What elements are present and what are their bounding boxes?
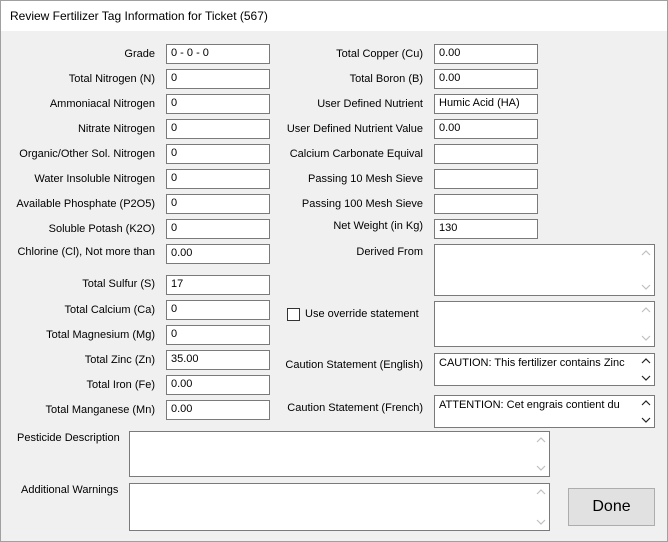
caution-french-field[interactable]: ATTENTION: Cet engrais contient du	[434, 395, 655, 428]
override-statement-field[interactable]	[434, 301, 655, 347]
total-nitrogen-field[interactable]: 0	[166, 69, 270, 89]
total-magnesium-label: Total Magnesium (Mg)	[46, 329, 155, 341]
total-magnesium-field[interactable]: 0	[166, 325, 270, 345]
warnings-field[interactable]	[129, 483, 550, 531]
user-defined-nutrient-label: User Defined Nutrient	[317, 98, 423, 110]
total-nitrogen-label: Total Nitrogen (N)	[68, 73, 155, 85]
available-phosphate-field[interactable]: 0	[166, 194, 270, 214]
scroll-up-icon[interactable]	[536, 488, 546, 496]
passing-10-mesh-field[interactable]	[434, 169, 538, 189]
water-insoluble-nitrogen-field[interactable]: 0	[166, 169, 270, 189]
title-bar: Review Fertilizer Tag Information for Ti…	[1, 1, 667, 31]
total-manganese-label: Total Manganese (Mn)	[45, 404, 155, 416]
organic-nitrogen-field[interactable]: 0	[166, 144, 270, 164]
total-copper-label: Total Copper (Cu)	[336, 48, 423, 60]
passing-10-mesh-label: Passing 10 Mesh Sieve	[308, 173, 423, 185]
chlorine-field[interactable]: 0.00	[166, 244, 270, 264]
ammoniacal-nitrogen-field[interactable]: 0	[166, 94, 270, 114]
total-sulfur-field[interactable]: 17	[166, 275, 270, 295]
ammoniacal-nitrogen-label: Ammoniacal Nitrogen	[49, 98, 155, 110]
chlorine-label: Chlorine (Cl), Not more than	[17, 246, 155, 258]
soluble-potash-field[interactable]: 0	[166, 219, 270, 239]
warnings-label: Additional Warnings	[21, 484, 119, 496]
scroll-up-icon[interactable]	[641, 249, 651, 257]
scroll-down-icon[interactable]	[641, 334, 651, 342]
caution-english-scrollbar[interactable]	[638, 354, 654, 385]
net-weight-label: Net Weight (in Kg)	[333, 220, 423, 232]
caution-english-field[interactable]: CAUTION: This fertilizer contains Zinc	[434, 353, 655, 386]
passing-100-mesh-field[interactable]	[434, 194, 538, 214]
caution-french-scrollbar[interactable]	[638, 396, 654, 427]
scroll-down-icon[interactable]	[536, 464, 546, 472]
caution-french-label: Caution Statement (French)	[287, 402, 423, 414]
grade-field[interactable]: 0 - 0 - 0	[166, 44, 270, 64]
calcium-carbonate-label: Calcium Carbonate Equival	[289, 148, 423, 160]
scroll-down-icon[interactable]	[641, 374, 651, 382]
scroll-up-icon[interactable]	[641, 306, 651, 314]
nitrate-nitrogen-label: Nitrate Nitrogen	[77, 123, 155, 135]
total-sulfur-label: Total Sulfur (S)	[82, 278, 155, 290]
total-zinc-field[interactable]: 35.00	[166, 350, 270, 370]
override-label: Use override statement	[305, 308, 419, 320]
caution-english-label: Caution Statement (English)	[285, 359, 423, 371]
total-iron-label: Total Iron (Fe)	[86, 379, 155, 391]
scroll-up-icon[interactable]	[641, 357, 651, 365]
user-defined-nutrient-value-label: User Defined Nutrient Value	[286, 123, 423, 135]
derived-from-field[interactable]	[434, 244, 655, 296]
scroll-up-icon[interactable]	[536, 436, 546, 444]
caution-french-text: ATTENTION: Cet engrais contient du	[439, 399, 620, 411]
grade-label: Grade	[124, 48, 155, 60]
scroll-down-icon[interactable]	[641, 416, 651, 424]
scroll-up-icon[interactable]	[641, 399, 651, 407]
total-boron-field[interactable]: 0.00	[434, 69, 538, 89]
total-boron-label: Total Boron (B)	[349, 73, 423, 85]
window-title: Review Fertilizer Tag Information for Ti…	[10, 9, 268, 23]
passing-100-mesh-label: Passing 100 Mesh Sieve	[301, 198, 423, 210]
derived-from-label: Derived From	[356, 246, 423, 258]
total-manganese-field[interactable]: 0.00	[166, 400, 270, 420]
calcium-carbonate-field[interactable]	[434, 144, 538, 164]
dialog-window: Review Fertilizer Tag Information for Ti…	[0, 0, 668, 542]
pesticide-label: Pesticide Description	[17, 432, 120, 444]
total-copper-field[interactable]: 0.00	[434, 44, 538, 64]
soluble-potash-label: Soluble Potash (K2O)	[48, 223, 155, 235]
derived-from-scrollbar[interactable]	[638, 245, 654, 295]
total-calcium-field[interactable]: 0	[166, 300, 270, 320]
available-phosphate-label: Available Phosphate (P2O5)	[16, 198, 155, 210]
total-calcium-label: Total Calcium (Ca)	[64, 304, 155, 316]
user-defined-nutrient-value-field[interactable]: 0.00	[434, 119, 538, 139]
pesticide-field[interactable]	[129, 431, 550, 477]
water-insoluble-nitrogen-label: Water Insoluble Nitrogen	[34, 173, 155, 185]
warnings-scrollbar[interactable]	[533, 484, 549, 530]
caution-english-text: CAUTION: This fertilizer contains Zinc	[439, 357, 625, 369]
net-weight-field[interactable]: 130	[434, 219, 538, 239]
pesticide-scrollbar[interactable]	[533, 432, 549, 476]
override-checkbox[interactable]	[287, 308, 300, 321]
scroll-down-icon[interactable]	[641, 283, 651, 291]
override-scrollbar[interactable]	[638, 302, 654, 346]
total-zinc-label: Total Zinc (Zn)	[84, 354, 155, 366]
organic-nitrogen-label: Organic/Other Sol. Nitrogen	[19, 148, 155, 160]
user-defined-nutrient-field[interactable]: Humic Acid (HA)	[434, 94, 538, 114]
total-iron-field[interactable]: 0.00	[166, 375, 270, 395]
done-button[interactable]: Done	[568, 488, 655, 526]
scroll-down-icon[interactable]	[536, 518, 546, 526]
nitrate-nitrogen-field[interactable]: 0	[166, 119, 270, 139]
